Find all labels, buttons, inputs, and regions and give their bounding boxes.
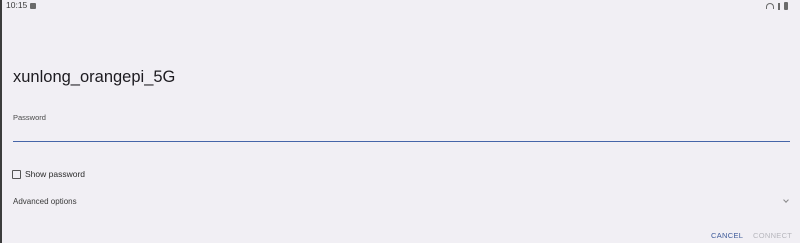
headset-icon [766,3,774,9]
cancel-button[interactable]: CANCEL [711,231,743,241]
status-time: 10:15 [6,0,28,10]
advanced-options-label: Advanced options [13,197,77,206]
show-password-checkbox[interactable]: Show password [12,169,85,180]
dialog-title: xunlong_orangepi_5G [13,68,176,86]
checkbox-icon[interactable] [12,170,21,179]
notification-icon [30,3,36,9]
status-bar: 10:15 [0,0,800,12]
battery-icon [784,2,788,10]
password-input[interactable] [13,124,790,142]
bluetooth-icon [778,2,780,10]
advanced-options-toggle[interactable]: Advanced options [13,196,790,208]
connect-button[interactable]: CONNECT [753,231,792,241]
show-password-label: Show password [25,169,86,179]
chevron-down-icon[interactable] [783,197,789,203]
window-edge [0,0,2,243]
status-icons [766,1,788,11]
password-label: Password [13,113,46,122]
